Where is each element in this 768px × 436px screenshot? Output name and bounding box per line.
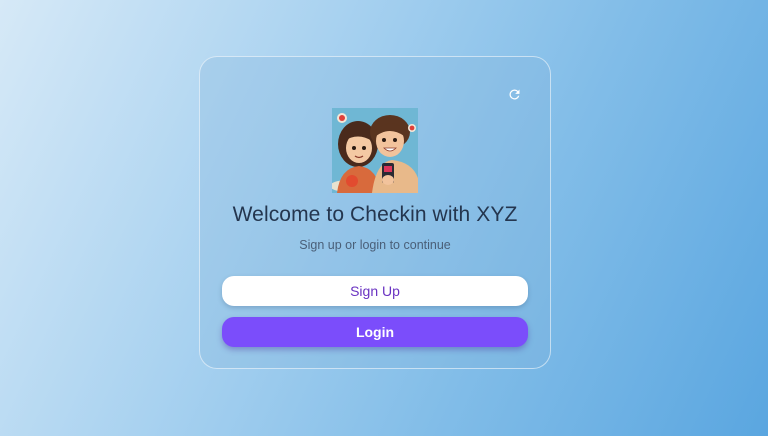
avatar [332,108,418,193]
sign-up-button[interactable]: Sign Up [222,276,528,306]
login-card: Welcome to Checkin with XYZ Sign up or l… [199,56,551,369]
login-button[interactable]: Login [222,317,528,347]
refresh-icon[interactable] [505,85,523,103]
page-title: Welcome to Checkin with XYZ [232,203,518,226]
page-subtitle: Sign up or login to continue [299,238,451,252]
